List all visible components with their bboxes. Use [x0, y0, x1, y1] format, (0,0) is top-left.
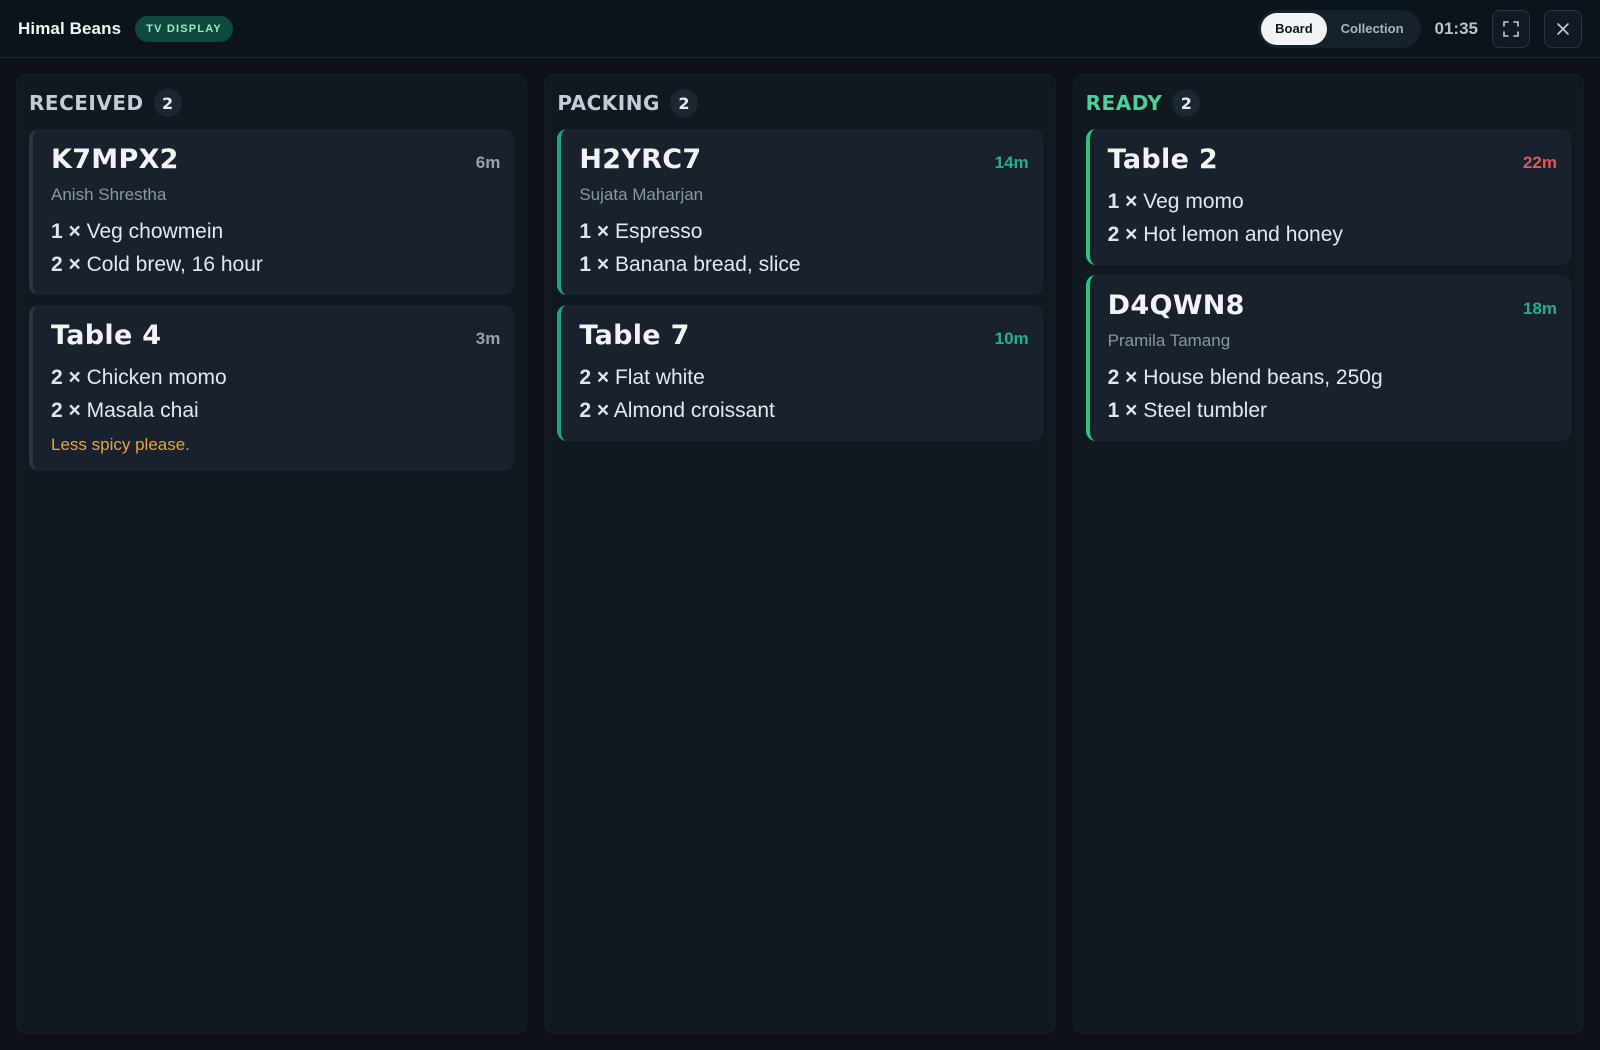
order-title: H2YRC7	[579, 144, 702, 175]
order-items: 1 × Veg momo 2 × Hot lemon and honey	[1108, 185, 1557, 251]
column-title: READY	[1085, 91, 1163, 115]
order-items: 2 × Flat white 2 × Almond croissant	[579, 361, 1028, 427]
close-button[interactable]	[1544, 9, 1582, 48]
order-item: 2 × Almond croissant	[579, 394, 1028, 427]
item-name: Chicken momo	[86, 366, 227, 389]
customer-name: Sujata Maharjan	[579, 185, 704, 204]
item-quantity: 1 ×	[1107, 190, 1138, 213]
item-quantity: 1 ×	[1107, 399, 1138, 422]
item-quantity: 2 ×	[51, 399, 81, 422]
order-title: Table 2	[1107, 144, 1218, 175]
item-name: Cold brew, 16 hour	[86, 253, 263, 276]
order-item: 1 × Steel tumbler	[1108, 394, 1557, 427]
order-items: 2 × Chicken momo 2 × Masala chai	[51, 361, 500, 427]
expand-icon	[1503, 20, 1519, 37]
order-card[interactable]: Table 7 10m 2 × Flat white 2 × Almond cr…	[557, 305, 1043, 441]
item-quantity: 1 ×	[579, 253, 610, 276]
column-title: RECEIVED	[29, 91, 144, 115]
item-quantity: 2 ×	[579, 366, 610, 389]
view-toggle: Board Collection	[1258, 9, 1421, 48]
item-name: Flat white	[614, 366, 705, 389]
item-name: Veg momo	[1143, 190, 1244, 213]
order-item: 2 × Masala chai	[51, 394, 500, 427]
fullscreen-button[interactable]	[1492, 9, 1530, 48]
column-header: PACKING 2	[557, 89, 1042, 117]
elapsed-time: 6m	[475, 153, 501, 172]
elapsed-time: 3m	[475, 329, 501, 348]
order-card[interactable]: Table 2 22m 1 × Veg momo 2 × Hot lemon a…	[1085, 129, 1571, 265]
item-name: Steel tumbler	[1143, 399, 1268, 422]
item-name: Masala chai	[86, 399, 199, 422]
column-ready: READY 2 Table 2 22m 1 × Veg momo 2 × Hot…	[1072, 74, 1584, 1034]
item-name: Veg chowmein	[86, 220, 224, 243]
column-header: READY 2	[1086, 89, 1571, 117]
item-quantity: 2 ×	[51, 366, 81, 389]
order-title: Table 4	[51, 320, 162, 351]
order-title: D4QWN8	[1107, 290, 1245, 321]
order-card[interactable]: Table 4 3m 2 × Chicken momo 2 × Masala c…	[29, 305, 515, 471]
clock: 01:35	[1434, 18, 1478, 38]
item-name: House blend beans, 250g	[1143, 366, 1383, 389]
order-item: 1 × Veg chowmein	[51, 215, 500, 248]
column-count-badge: 2	[153, 89, 182, 117]
order-title: K7MPX2	[51, 144, 179, 175]
order-items: 1 × Veg chowmein 2 × Cold brew, 16 hour	[51, 215, 500, 281]
column-count-badge: 2	[1172, 89, 1201, 117]
board-view-button[interactable]: Board	[1261, 12, 1327, 45]
column-header: RECEIVED 2	[29, 89, 514, 117]
brand-name: Himal Beans	[18, 18, 122, 38]
order-card[interactable]: D4QWN8 18m Pramila Tamang 2 × House blen…	[1085, 275, 1571, 441]
order-item: 2 × Chicken momo	[51, 361, 500, 394]
elapsed-time: 14m	[994, 153, 1029, 172]
item-quantity: 2 ×	[1107, 366, 1138, 389]
order-item: 2 × House blend beans, 250g	[1108, 361, 1557, 394]
order-board: RECEIVED 2 K7MPX2 6m Anish Shrestha 1 × …	[16, 74, 1584, 1034]
item-quantity: 1 ×	[51, 220, 81, 243]
close-icon	[1557, 22, 1569, 35]
item-name: Hot lemon and honey	[1143, 223, 1343, 246]
item-quantity: 2 ×	[579, 399, 610, 422]
item-quantity: 1 ×	[579, 220, 610, 243]
order-item: 2 × Flat white	[579, 361, 1028, 394]
column-received: RECEIVED 2 K7MPX2 6m Anish Shrestha 1 × …	[16, 74, 528, 1034]
item-name: Almond croissant	[613, 399, 775, 422]
order-card[interactable]: K7MPX2 6m Anish Shrestha 1 × Veg chowmei…	[29, 129, 515, 295]
order-title: Table 7	[579, 320, 690, 351]
customer-name: Pramila Tamang	[1107, 331, 1231, 350]
elapsed-time: 22m	[1522, 153, 1557, 172]
mode-badge: TV DISPLAY	[135, 15, 233, 42]
item-quantity: 2 ×	[51, 253, 81, 276]
order-item: 1 × Banana bread, slice	[579, 248, 1028, 281]
elapsed-time: 10m	[994, 329, 1029, 348]
elapsed-time: 18m	[1522, 299, 1557, 318]
item-name: Banana bread, slice	[614, 253, 801, 276]
column-packing: PACKING 2 H2YRC7 14m Sujata Maharjan 1 ×…	[544, 74, 1056, 1034]
order-item: 2 × Hot lemon and honey	[1108, 218, 1557, 251]
top-bar: Himal Beans TV DISPLAY Board Collection …	[0, 0, 1600, 58]
item-name: Espresso	[614, 220, 703, 243]
customer-name: Anish Shrestha	[51, 185, 167, 204]
order-note: Less spicy please.	[51, 435, 190, 454]
order-item: 2 × Cold brew, 16 hour	[51, 248, 500, 281]
item-quantity: 2 ×	[1107, 223, 1138, 246]
order-items: 2 × House blend beans, 250g 1 × Steel tu…	[1108, 361, 1557, 427]
collection-view-button[interactable]: Collection	[1327, 13, 1418, 45]
order-item: 1 × Veg momo	[1108, 185, 1557, 218]
order-item: 1 × Espresso	[579, 215, 1028, 248]
column-count-badge: 2	[669, 89, 698, 117]
order-card[interactable]: H2YRC7 14m Sujata Maharjan 1 × Espresso …	[557, 129, 1043, 295]
column-title: PACKING	[557, 91, 660, 115]
order-items: 1 × Espresso 1 × Banana bread, slice	[579, 215, 1028, 281]
